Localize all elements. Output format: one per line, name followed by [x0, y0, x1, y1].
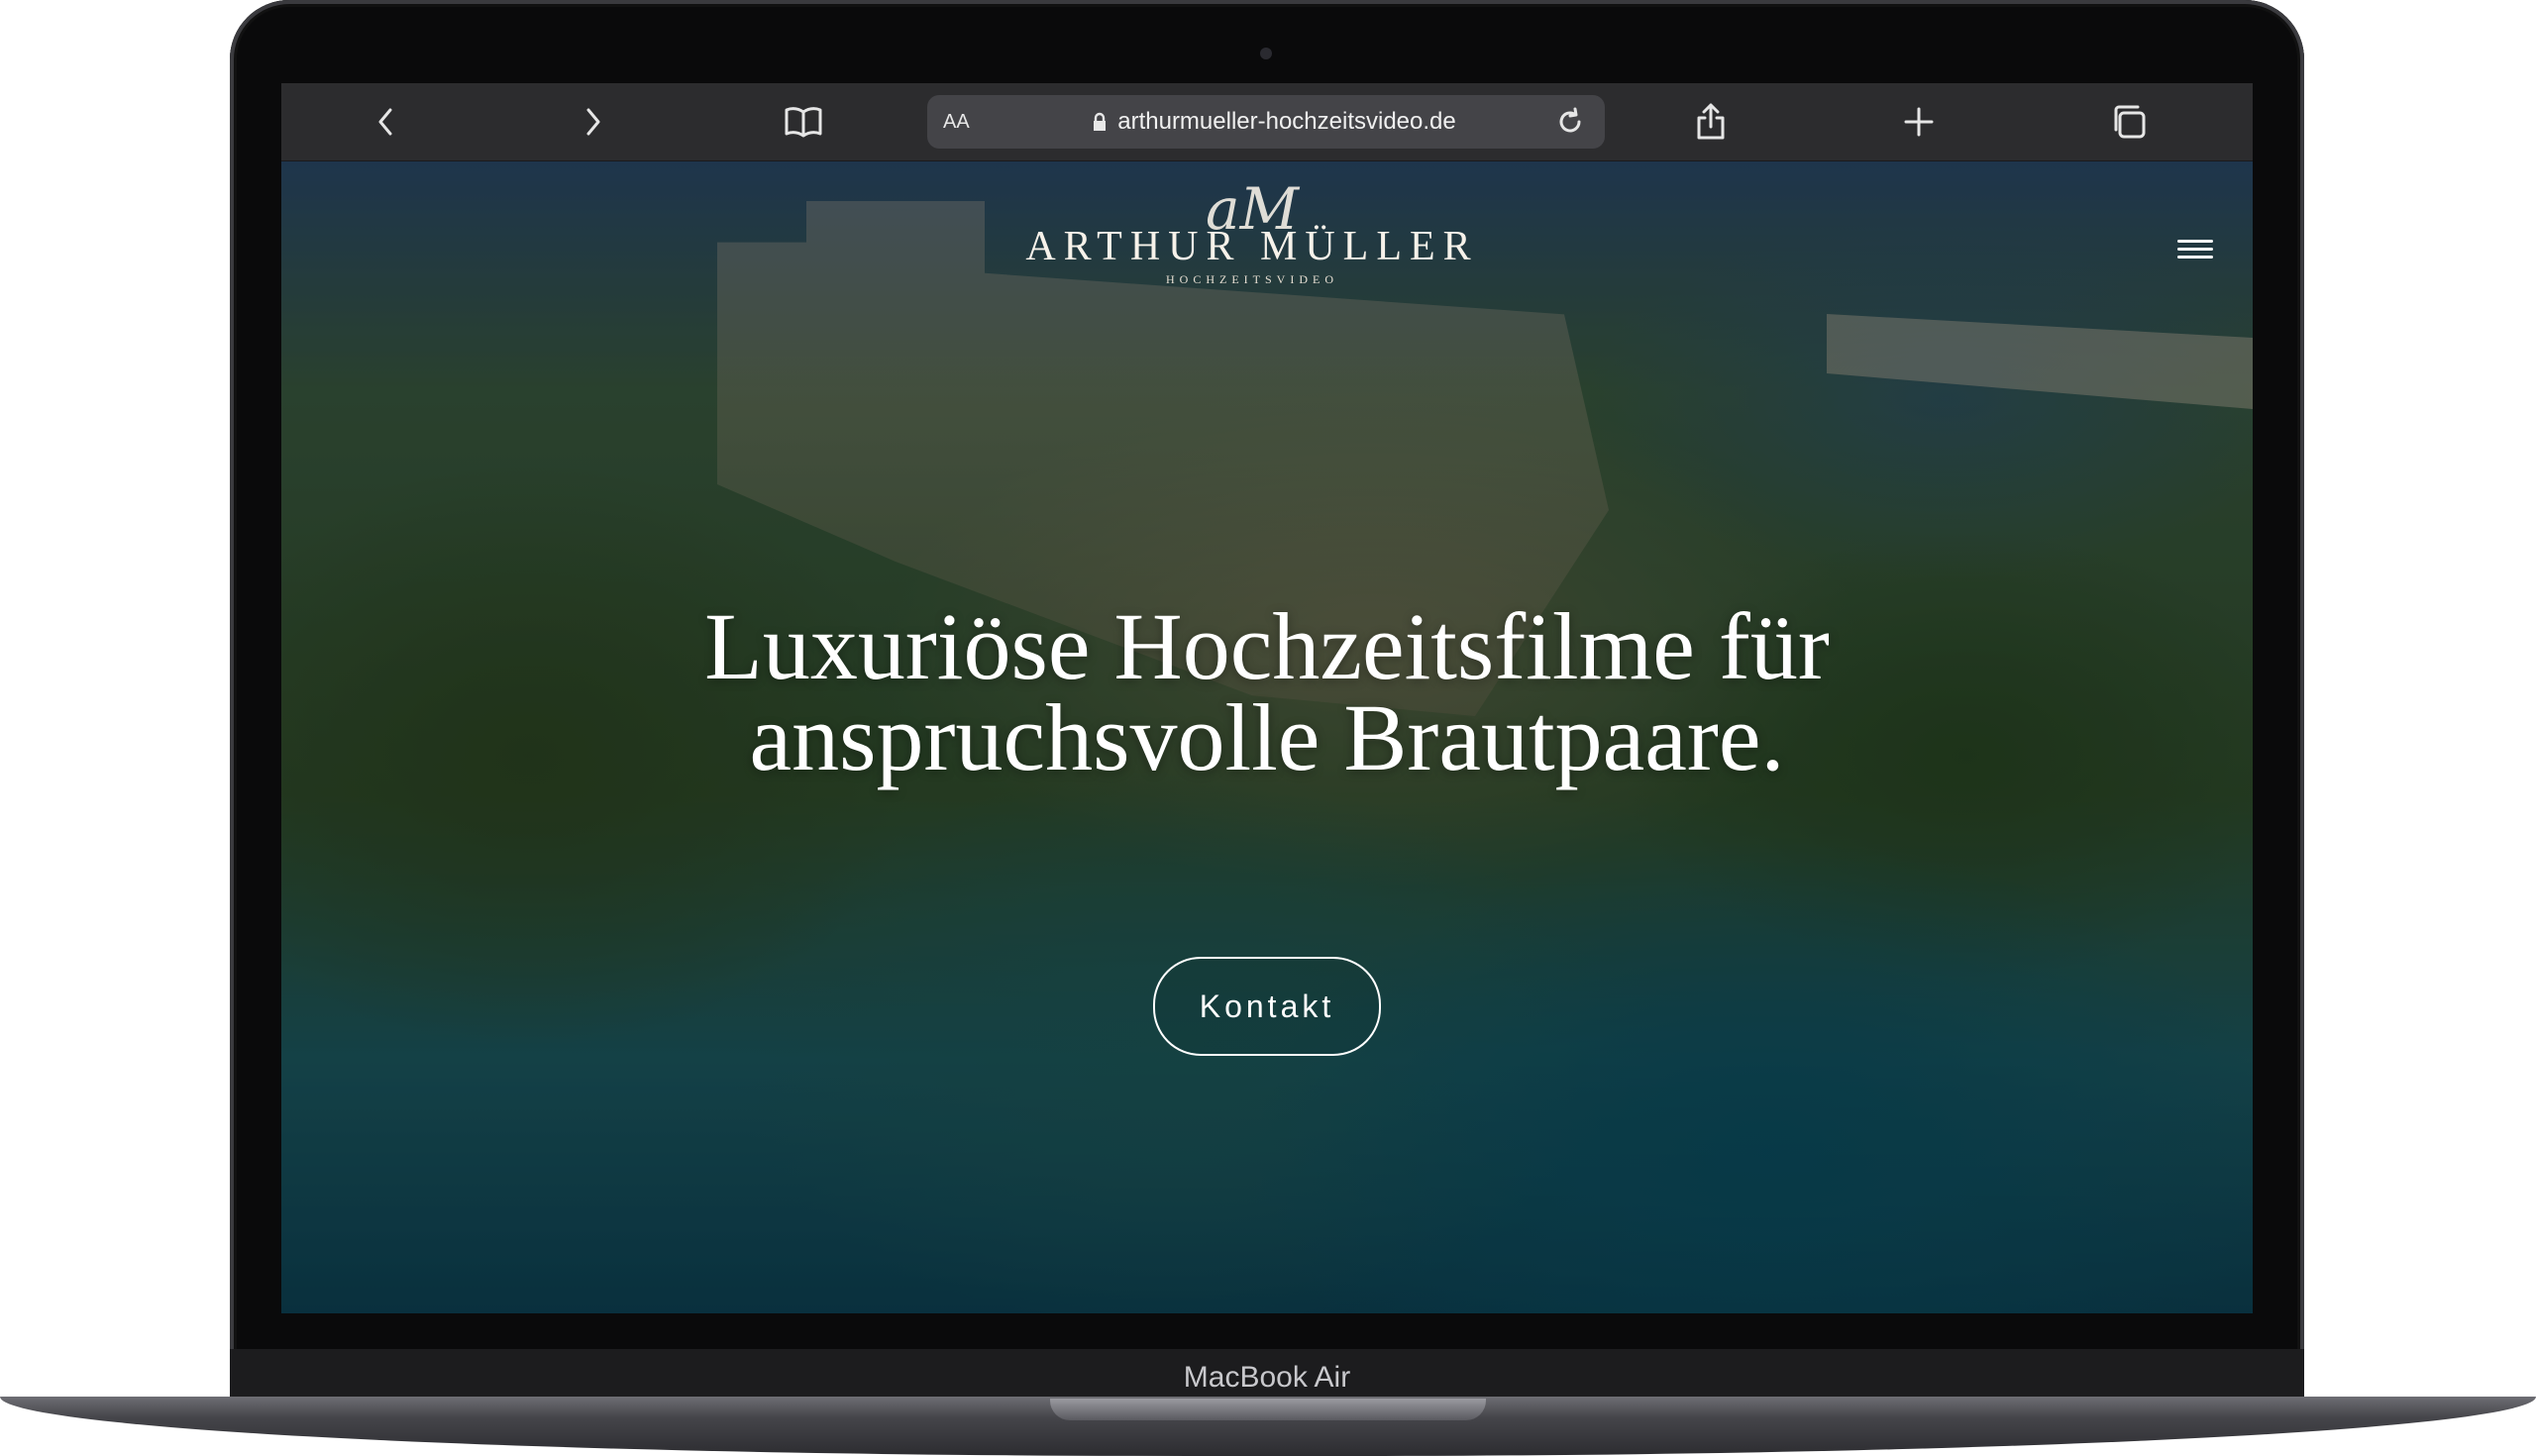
headline-line-1: Luxuriöse Hochzeitsfilme für — [704, 593, 1830, 699]
reload-button[interactable] — [1545, 97, 1595, 147]
tabs-overview-button[interactable] — [2104, 97, 2154, 147]
url-text: arthurmueller-hochzeitsvideo.de — [1117, 108, 1456, 135]
lock-icon — [1092, 112, 1108, 132]
bookmarks-button[interactable] — [779, 97, 828, 147]
book-icon — [785, 107, 822, 138]
url-display[interactable]: arthurmueller-hochzeitsvideo.de — [1076, 95, 1472, 149]
contact-button[interactable]: Kontakt — [1153, 957, 1381, 1056]
laptop-screen: AA arthurmueller-hochzeitsvideo.de aM AR… — [281, 83, 2253, 1313]
address-bar[interactable]: AA arthurmueller-hochzeitsvideo.de — [927, 95, 1605, 149]
forward-button[interactable] — [569, 97, 618, 147]
reload-icon — [1559, 107, 1581, 133]
hero-headline: Luxuriöse Hochzeitsfilme für anspruchsvo… — [579, 593, 1955, 790]
back-button[interactable] — [361, 97, 410, 147]
browser-toolbar: AA arthurmueller-hochzeitsvideo.de — [281, 83, 2253, 161]
headline-line-2: anspruchsvolle Brautpaare. — [749, 684, 1785, 790]
share-icon — [1697, 103, 1725, 140]
new-tab-button[interactable] — [1894, 97, 1944, 147]
reader-toggle-button[interactable]: AA — [943, 95, 970, 149]
logo-subtitle: HOCHZEITSVIDEO — [1166, 272, 1338, 286]
hero-section: aM ARTHUR MÜLLER HOCHZEITSVIDEO Luxuriös… — [281, 161, 2253, 1313]
chevron-left-icon — [378, 108, 392, 136]
plus-icon — [1904, 107, 1934, 137]
share-button[interactable] — [1686, 97, 1736, 147]
site-logo[interactable]: aM ARTHUR MÜLLER HOCHZEITSVIDEO — [975, 179, 1530, 318]
camera-icon — [1260, 48, 1272, 59]
hamburger-menu-icon[interactable] — [2177, 235, 2213, 264]
logo-monogram: aM — [1206, 175, 1299, 243]
laptop-hinge-notch — [1050, 1399, 1486, 1420]
chevron-right-icon — [586, 108, 600, 136]
tabs-icon — [2114, 105, 2146, 139]
